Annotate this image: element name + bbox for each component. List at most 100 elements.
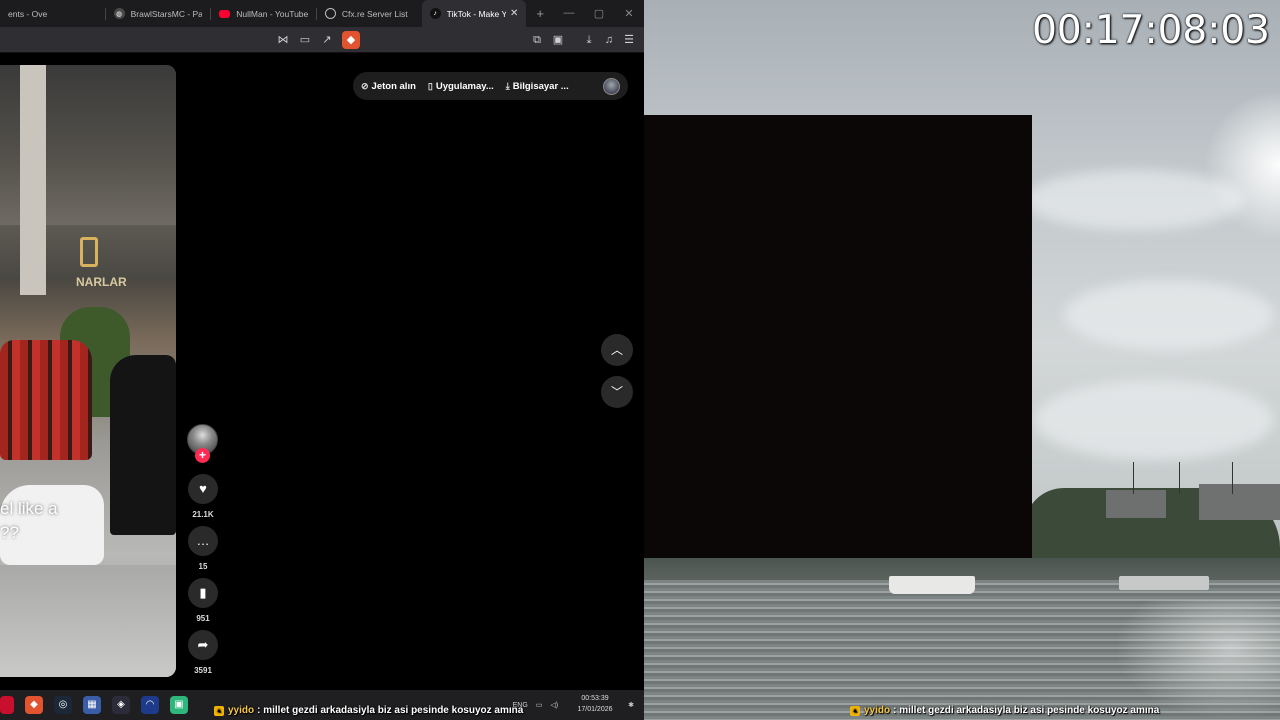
chat-message: ▲ yyido : millet gezdi arkadasiyla biz a…	[214, 704, 523, 717]
tab-label: TikTok - Make You	[446, 8, 506, 19]
globe-icon	[324, 8, 336, 19]
app-icon[interactable]: ◠	[141, 696, 159, 714]
comment-count: 15	[198, 562, 208, 571]
tab-overview[interactable]: ents - Ove	[0, 0, 105, 27]
store-sign-text: NARLAR	[76, 275, 127, 289]
maximize-icon[interactable]: ▢	[584, 7, 614, 20]
video-caption: el like a ??	[0, 497, 58, 545]
flagpole	[1133, 462, 1134, 494]
video-person-black-jacket	[110, 355, 176, 535]
comment-action[interactable]: … 15	[185, 526, 221, 571]
sidebar-icon[interactable]: ▣	[551, 33, 565, 47]
save-action[interactable]: ▮ 951	[185, 578, 221, 623]
chevron-down-icon: ﹀	[610, 385, 623, 399]
share-count: 3591	[194, 666, 212, 675]
brave-icon[interactable]: ◆	[25, 696, 43, 714]
tab-cfx-server-list[interactable]: Cfx.re Server List	[317, 0, 422, 27]
save-count: 951	[196, 614, 210, 623]
app-icon[interactable]: ◈	[112, 696, 130, 714]
chat-badge-icon: ▲	[850, 705, 860, 716]
tiktok-icon: ♪	[429, 8, 441, 19]
video-pillar	[20, 65, 46, 295]
clock-time: 00:53:39	[581, 695, 609, 702]
new-tab-button[interactable]: +	[526, 6, 554, 21]
get-coins-button[interactable]: ⊘ Jeton alın	[361, 81, 416, 92]
no-tracking-icon[interactable]: ⋈	[276, 33, 290, 47]
tiktok-page: NARLAR el like a ?? ⊘ Jeton alın ▯ Uygul…	[0, 54, 644, 690]
phone-icon: ▯	[427, 80, 433, 91]
download-icon[interactable]: ⤓	[582, 33, 596, 47]
extensions-icon[interactable]: ⧉	[530, 33, 544, 47]
get-pc-app-button[interactable]: ⤓ Bilgisayar ...	[506, 81, 569, 92]
youtube-icon	[219, 9, 231, 18]
taskbar-app-icon[interactable]	[0, 696, 14, 714]
comment-icon[interactable]: …	[188, 526, 218, 556]
tab-brawlstarsmc[interactable]: ◍ BrawlStarsMC - Paper	[106, 0, 211, 27]
tab-label: NullMan - YouTube	[236, 8, 309, 19]
stream-timer: 00:17:08:03	[1032, 8, 1270, 53]
media-icon[interactable]: ♫	[602, 33, 616, 47]
coin-icon: ⊘	[361, 80, 369, 91]
heart-icon[interactable]: ♥	[188, 474, 218, 504]
get-coins-label: Jeton alın	[371, 80, 416, 92]
video-caption-line: ??	[0, 523, 19, 542]
tab-label: ents - Ove	[8, 8, 48, 19]
like-action[interactable]: ♥ 21.1K	[185, 474, 221, 519]
share-icon[interactable]: ↗	[320, 33, 334, 47]
tab-label: Cfx.re Server List	[341, 8, 408, 19]
chat-badge-icon: ▲	[214, 705, 224, 716]
video-person-plaid	[0, 340, 92, 460]
download-icon: ⤓	[505, 80, 510, 91]
camera-scene: 00:17:08:03	[644, 0, 1280, 720]
building	[1106, 490, 1166, 518]
get-app-button[interactable]: ▯ Uygulamay...	[428, 81, 494, 92]
chat-username: yyido	[864, 705, 891, 716]
bookmark-icon[interactable]: ▮	[188, 578, 218, 608]
share-action[interactable]: ➦ 3591	[185, 630, 221, 675]
app-icon[interactable]: ▣	[170, 696, 188, 714]
video-player[interactable]: NARLAR el like a ??	[0, 65, 176, 677]
close-icon[interactable]: ✕	[506, 8, 518, 19]
video-ground	[0, 565, 176, 677]
profile-avatar[interactable]	[603, 77, 620, 95]
get-pc-app-label: Bilgisayar ...	[512, 80, 569, 92]
tiktok-top-bar: ⊘ Jeton alın ▯ Uygulamay... ⤓ Bilgisayar…	[353, 72, 628, 100]
river-boat	[889, 576, 975, 594]
network-icon[interactable]: ▭	[536, 701, 543, 709]
notification-icon[interactable]: ✱	[628, 701, 634, 709]
app-icon[interactable]: ▦	[83, 696, 101, 714]
screen: ents - Ove ◍ BrawlStarsMC - Paper NullMa…	[0, 0, 1280, 720]
cloud	[1064, 280, 1274, 350]
minimize-icon[interactable]: —	[554, 7, 584, 20]
like-count: 21.1K	[192, 510, 214, 519]
close-window-icon[interactable]: ✕	[614, 7, 644, 20]
chat-username: yyido	[228, 705, 255, 716]
clock-date: 17/01/2026	[577, 706, 613, 713]
next-video-button[interactable]: ﹀	[601, 376, 633, 408]
store-sign-logo	[80, 237, 98, 267]
river-boat	[1119, 576, 1209, 590]
menu-icon[interactable]: ☰	[622, 33, 636, 47]
water-glare	[1114, 600, 1280, 720]
cast-icon[interactable]: ▭	[298, 33, 312, 47]
tab-bar: ents - Ove ◍ BrawlStarsMC - Paper NullMa…	[0, 0, 644, 27]
share-arrow-icon[interactable]: ➦	[188, 630, 218, 660]
previous-video-button[interactable]: ︿	[601, 334, 633, 366]
cloud	[1034, 380, 1274, 460]
steam-icon[interactable]: ◎	[54, 696, 72, 714]
browser-window: ents - Ove ◍ BrawlStarsMC - Paper NullMa…	[0, 0, 644, 690]
follow-plus-icon[interactable]: +	[195, 448, 210, 463]
chat-text: : millet gezdi arkadasiyla biz asi pesin…	[893, 705, 1160, 716]
tab-tiktok[interactable]: ♪ TikTok - Make You ✕	[421, 0, 527, 27]
chat-message: ▲ yyido : millet gezdi arkadasiyla biz a…	[850, 704, 1159, 717]
flagpole	[1232, 462, 1233, 494]
building	[1199, 484, 1280, 520]
tab-youtube[interactable]: NullMan - YouTube	[211, 0, 316, 27]
volume-icon[interactable]: ◁)	[550, 701, 558, 709]
taskbar-clock[interactable]: 00:53:39 17/01/2026	[568, 693, 622, 715]
chat-text: : millet gezdi arkadasiyla biz asi pesin…	[257, 705, 524, 716]
window-controls: — ▢ ✕	[554, 7, 644, 20]
brave-shield-icon[interactable]: ◆	[342, 31, 360, 49]
tab-label: BrawlStarsMC - Paper	[130, 8, 203, 19]
browser-toolbar: ⋈ ▭ ↗ ◆ ⧉ ▣ ⤓ ♫ ☰	[0, 27, 644, 53]
